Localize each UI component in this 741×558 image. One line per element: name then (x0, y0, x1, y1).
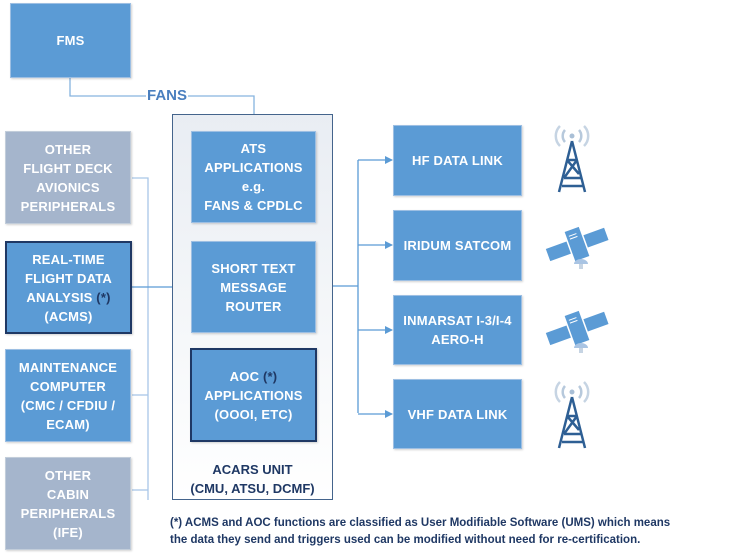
short-text-message-router-box[interactable]: SHORT TEXT MESSAGE ROUTER (191, 241, 316, 333)
iridium-satcom-label: IRIDUM SATCOM (403, 238, 512, 253)
hf-data-link-box[interactable]: HF DATA LINK (393, 125, 522, 196)
other-flight-deck-box[interactable]: OTHER FLIGHT DECK AVIONICS PERIPHERALS (5, 131, 131, 224)
ats-applications-label: ATS APPLICATIONS e.g. FANS & CPDLC (204, 141, 303, 213)
acars-unit-label: ACARS UNIT (CMU, ATSU, DCMF) (190, 462, 315, 496)
iridium-satcom-box[interactable]: IRIDUM SATCOM (393, 210, 522, 281)
realtime-fda-box[interactable]: REAL-TIME FLIGHT DATA ANALYSIS (*) (ACMS… (5, 241, 132, 334)
radio-tower-icon (554, 125, 590, 193)
realtime-fda-label: REAL-TIME FLIGHT DATA ANALYSIS (*) (ACMS… (25, 250, 112, 326)
aoc-applications-box[interactable]: AOC (*) APPLICATIONS (OOOI, ETC) (190, 348, 317, 442)
vhf-data-link-label: VHF DATA LINK (407, 406, 508, 422)
hf-data-link-label: HF DATA LINK (412, 153, 503, 168)
other-flight-deck-label: OTHER FLIGHT DECK AVIONICS PERIPHERALS (20, 141, 116, 214)
ats-applications-box[interactable]: ATS APPLICATIONS e.g. FANS & CPDLC (191, 131, 316, 223)
left-bus (132, 177, 149, 500)
satellite-icon (545, 225, 609, 269)
radio-tower-icon (554, 381, 590, 449)
satellite-icon (545, 309, 609, 353)
footnote: (*) ACMS and AOC functions are classifie… (170, 517, 671, 546)
maintenance-computer-box[interactable]: MAINTENANCE COMPUTER (CMC / CFDIU / ECAM… (5, 349, 131, 442)
inmarsat-box[interactable]: INMARSAT I-3/I-4 AERO-H (393, 295, 522, 365)
ums-marker: (*) (259, 368, 278, 384)
vhf-data-link-box[interactable]: VHF DATA LINK (393, 379, 522, 449)
fans-edge-label: FANS (146, 87, 189, 104)
router-label: SHORT TEXT MESSAGE ROUTER (211, 260, 296, 314)
aoc-applications-label: AOC (*) APPLICATIONS (OOOI, ETC) (204, 367, 302, 424)
maintenance-computer-label: MAINTENANCE COMPUTER (CMC / CFDIU / ECAM… (18, 359, 118, 432)
aoc-text: AOC (229, 368, 260, 384)
fms-label: FMS (56, 33, 85, 48)
realtime-fda-sub: (ACMS) (44, 308, 93, 324)
ums-marker: (*) (92, 289, 111, 305)
fms-box[interactable]: FMS (10, 3, 131, 78)
aoc-rest-text: APPLICATIONS (OOOI, ETC) (204, 387, 303, 422)
other-cabin-box[interactable]: OTHER CABIN PERIPHERALS (IFE) (5, 457, 131, 550)
inmarsat-label: INMARSAT I-3/I-4 AERO-H (403, 313, 512, 347)
other-cabin-label: OTHER CABIN PERIPHERALS (IFE) (20, 467, 116, 540)
